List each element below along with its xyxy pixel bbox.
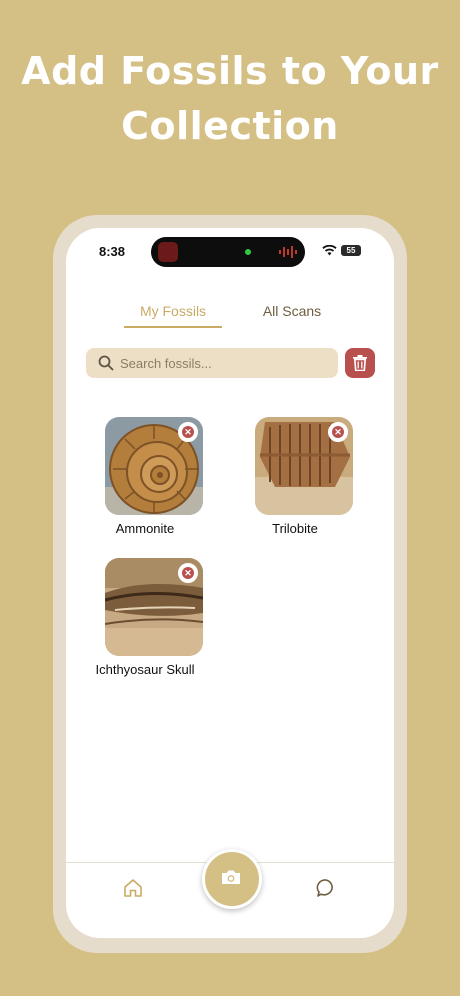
battery-indicator: 55 <box>341 245 361 256</box>
headline-line-1: Add Fossils to Your <box>21 49 439 93</box>
fossil-name: Ichthyosaur Skull <box>95 662 195 677</box>
camera-scan-button[interactable] <box>202 849 262 909</box>
search-icon <box>98 355 114 371</box>
remove-trilobite-button[interactable]: ✕ <box>328 422 348 442</box>
camera-icon <box>222 870 240 884</box>
headline-line-2: Collection <box>121 104 339 148</box>
fossil-image-ichthyosaur-skull[interactable]: ✕ <box>105 558 203 656</box>
delete-button[interactable] <box>345 348 375 378</box>
home-icon[interactable] <box>123 878 143 898</box>
camera-indicator-dot <box>245 249 251 255</box>
chat-icon[interactable] <box>316 878 336 898</box>
search-input[interactable] <box>120 348 330 378</box>
audio-wave-icon <box>279 246 297 258</box>
close-icon: ✕ <box>182 567 194 579</box>
phone-screen: 8:38 55 My Fossils All Scans Search foss… <box>66 228 394 938</box>
fossil-name: Trilobite <box>272 521 318 536</box>
close-icon: ✕ <box>182 426 194 438</box>
bottom-navigation <box>66 849 394 938</box>
fossil-image-trilobite[interactable]: ✕ <box>255 417 353 515</box>
remove-ammonite-button[interactable]: ✕ <box>178 422 198 442</box>
fossil-name: Ammonite <box>115 521 175 536</box>
search-bar[interactable] <box>86 348 338 378</box>
tab-all-scans[interactable]: All Scans <box>252 303 332 319</box>
phone-frame: 8:38 55 My Fossils All Scans Search foss… <box>53 215 407 953</box>
wifi-icon <box>322 245 337 256</box>
tab-my-fossils[interactable]: My Fossils <box>124 303 222 319</box>
close-icon: ✕ <box>332 426 344 438</box>
status-time: 8:38 <box>99 244 126 259</box>
dynamic-island <box>151 237 305 267</box>
now-playing-thumbnail <box>158 242 178 262</box>
fossil-image-ammonite[interactable]: ✕ <box>105 417 203 515</box>
remove-ichthyosaur-skull-button[interactable]: ✕ <box>178 563 198 583</box>
headline: Add Fossils to Your Collection <box>0 44 460 154</box>
active-tab-indicator <box>124 326 222 328</box>
trash-icon <box>353 355 367 371</box>
